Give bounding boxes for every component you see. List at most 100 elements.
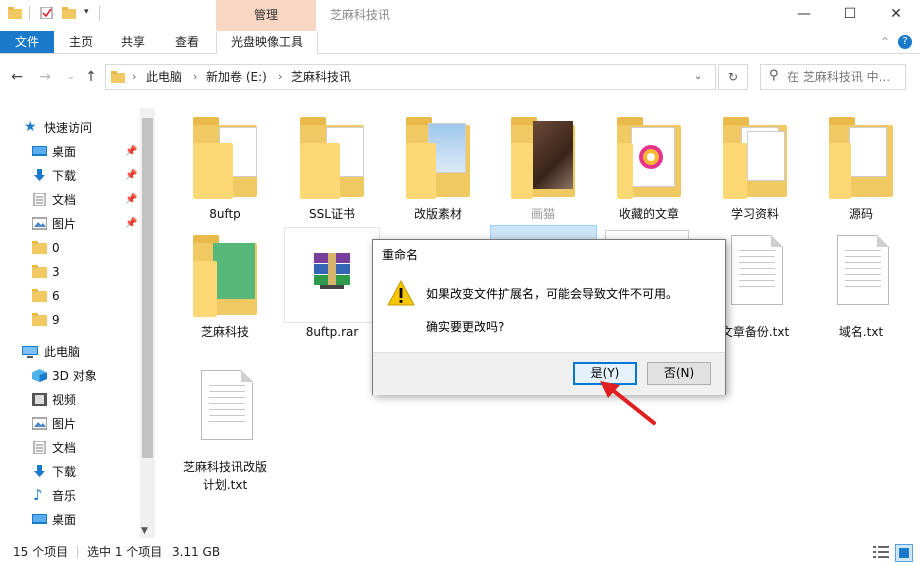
scroll-down-icon[interactable]: ▼ [141,526,148,536]
selection-count: 选中 1 个项目 [87,545,163,559]
folder-icon [111,71,125,83]
browser-logo-icon [639,145,663,169]
properties-icon[interactable] [40,7,54,19]
ribbon-tabs: 文件 主页 共享 查看 光盘映像工具 ⌃ ? [0,31,920,54]
collapse-ribbon-icon[interactable]: ⌃ [876,31,894,53]
nav-item-folder-9[interactable]: 9 [0,308,140,332]
nav-item-pictures[interactable]: 图片 📌 [0,212,140,236]
item-count: 15 个项目 [13,545,69,559]
rename-dialog: 重命名 如果改变文件扩展名，可能会导致文件不可用。 确实要更改吗? 是(Y) 否… [372,239,726,395]
nav-this-pc[interactable]: 此电脑 [0,340,140,364]
selection-size: 3.11 GB [172,545,221,559]
search-placeholder[interactable]: 在 芝麻科技讯 中... [787,65,890,89]
download-icon [34,169,45,181]
cube-icon [32,369,47,382]
file-item-redesign-plan[interactable]: 芝麻科技讯改版计划.txt [175,370,275,495]
nav-item-videos[interactable]: 视频 [0,388,140,412]
folder-icon [300,117,364,199]
nav-label: 3D 对象 [52,369,97,383]
text-file-icon [829,235,893,317]
nav-item-folder-6[interactable]: 6 [0,284,140,308]
pin-icon: 📌 [125,218,138,229]
dialog-body: 如果改变文件扩展名，可能会导致文件不可用。 确实要更改吗? [373,270,725,352]
help-icon[interactable]: ? [898,35,912,49]
nav-item-desktop[interactable]: 桌面 📌 [0,140,140,164]
tab-view[interactable]: 查看 [159,31,215,53]
desktop-icon [32,146,47,156]
up-arrow-icon[interactable]: ↑ [82,67,100,87]
nav-item-music[interactable]: ♪ 音乐 [0,484,140,508]
address-dropdown-icon[interactable]: ⌄ [694,65,702,89]
file-item-ssl[interactable]: SSL证书 [282,117,382,235]
folder-icon [723,117,787,199]
breadcrumb-this-pc[interactable]: 此电脑 [146,65,182,89]
folder-icon [193,117,257,199]
nav-label: 文档 [52,193,77,207]
video-icon [32,393,47,406]
recent-locations-icon[interactable]: ⌄ [62,67,80,87]
breadcrumb-separator[interactable]: › [278,65,282,89]
nav-item-downloads-pc[interactable]: 下载 [0,460,140,484]
file-name: 域名.txt [838,325,884,339]
nav-label: 文档 [52,441,77,455]
maximize-button[interactable]: ☐ [827,0,873,31]
tab-share[interactable]: 共享 [107,31,159,53]
large-icons-view-icon[interactable] [895,544,913,562]
tab-disc-image-tools[interactable]: 光盘映像工具 [216,31,318,54]
nav-item-documents-pc[interactable]: 文档 [0,436,140,460]
rar-archive-icon [314,253,350,289]
address-row: ← → ⌄ ↑ › 此电脑 › 新加卷 (E:) › 芝麻科技讯 ⌄ ↻ ⚲ 在… [0,63,920,91]
nav-item-downloads[interactable]: 下载 📌 [0,164,140,188]
text-file-icon [723,235,787,317]
new-folder-icon[interactable] [62,7,76,19]
file-item-8uftp-rar[interactable]: 8uftp.rar [282,227,382,345]
navigation-pane: ★ 快速访问 桌面 📌 下载 📌 文档 📌 图片 📌 0 3 6 9 此电脑 3… [0,108,155,538]
nav-label: 下载 [52,465,77,479]
file-item-source-code[interactable]: 源码 [811,117,911,235]
breadcrumb-drive[interactable]: 新加卷 (E:) [206,65,267,89]
breadcrumb-separator[interactable]: › [193,65,197,89]
file-item-redesign-assets[interactable]: 改版素材 [388,117,488,235]
forward-arrow-icon[interactable]: → [36,67,54,87]
nav-label: 9 [52,313,60,327]
nav-item-documents[interactable]: 文档 📌 [0,188,140,212]
customize-toolbar-icon[interactable]: ▾ [84,7,89,17]
nav-label: 桌面 [52,513,77,527]
file-item-zhima-tech[interactable]: 芝麻科技 [175,235,275,353]
star-icon: ★ [24,119,37,135]
nav-item-folder-3[interactable]: 3 [0,260,140,284]
file-item-study-materials[interactable]: 学习资料 [705,117,805,235]
nav-item-desktop-pc[interactable]: 桌面 [0,508,140,532]
nav-item-pictures-pc[interactable]: 图片 [0,412,140,436]
manage-context-tab[interactable]: 管理 [216,0,316,31]
breadcrumb-separator[interactable]: › [132,65,136,89]
nav-label: 下载 [52,169,77,183]
file-item-saved-articles[interactable]: 收藏的文章 [599,117,699,235]
back-arrow-icon[interactable]: ← [8,67,26,87]
file-item-domain[interactable]: 域名.txt [811,235,911,353]
file-item-8uftp[interactable]: 8uftp [175,117,275,235]
details-view-icon[interactable] [873,545,889,559]
file-name: 8uftp [209,207,241,221]
minimize-button[interactable]: — [781,0,827,31]
breadcrumb-current-folder[interactable]: 芝麻科技讯 [291,65,351,89]
file-name: 源码 [848,207,873,221]
tab-file[interactable]: 文件 [0,31,54,53]
nav-scrollbar-thumb[interactable] [142,118,153,458]
address-bar[interactable]: › 此电脑 › 新加卷 (E:) › 芝麻科技讯 ⌄ [105,64,716,90]
tab-home[interactable]: 主页 [55,31,107,53]
nav-label: 音乐 [52,489,77,503]
nav-item-folder-0[interactable]: 0 [0,236,140,260]
folder-icon [32,313,47,326]
computer-icon [22,346,38,358]
divider [77,546,78,558]
search-box[interactable]: ⚲ 在 芝麻科技讯 中... [760,64,906,90]
close-button[interactable]: ✕ [873,0,919,31]
nav-label: 0 [52,241,60,255]
dialog-title: 重命名 [382,248,419,262]
file-item-cat[interactable]: 画猫 [493,117,593,235]
nav-item-3d-objects[interactable]: 3D 对象 [0,364,140,388]
music-icon: ♪ [33,486,43,504]
nav-quick-access[interactable]: ★ 快速访问 [0,116,140,140]
refresh-icon[interactable]: ↻ [718,64,748,90]
